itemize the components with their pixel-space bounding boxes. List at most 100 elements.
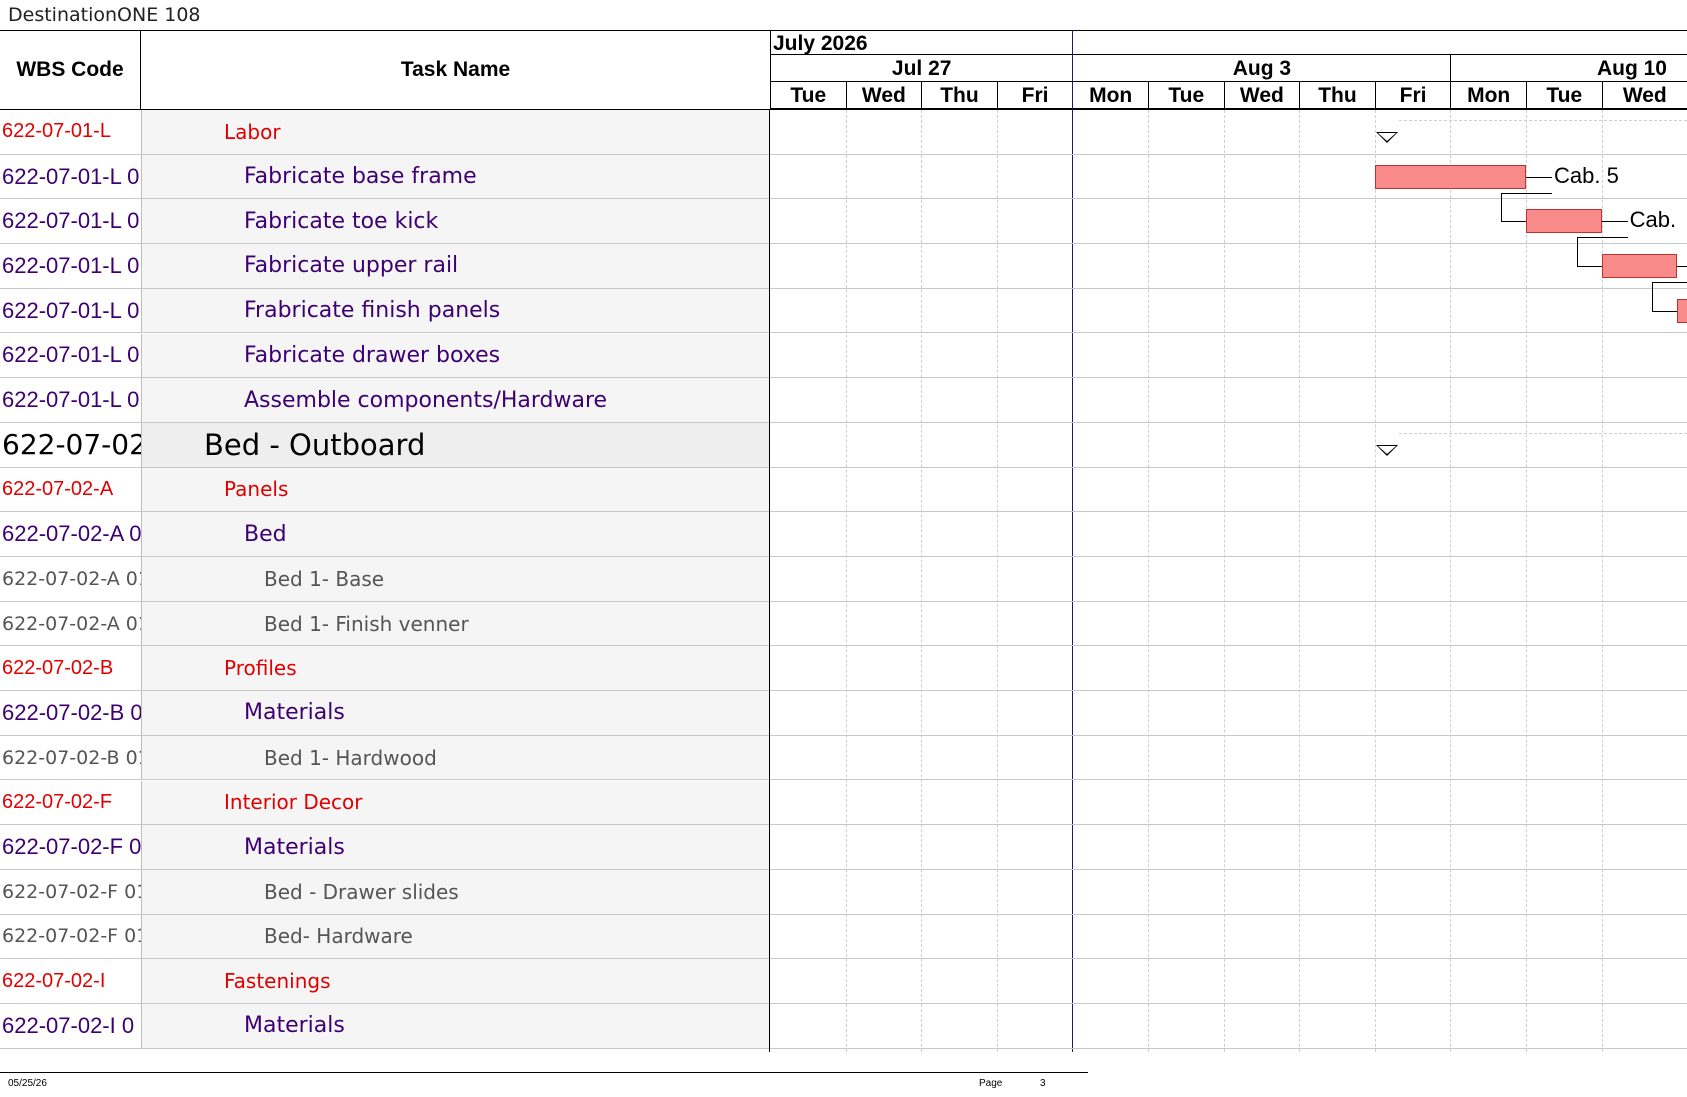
wbs-code-cell[interactable]: 622-07-02-F 01 — [0, 870, 141, 914]
wbs-code-cell[interactable]: 622-07-02-B — [0, 646, 141, 690]
table-row[interactable]: 622-07-01-L 0 Fabricate drawer boxes — [0, 333, 770, 379]
task-name-cell[interactable]: Materials — [141, 691, 770, 735]
dependency-connector — [1677, 266, 1687, 268]
summary-task-marker[interactable] — [1375, 132, 1398, 143]
task-name-cell[interactable]: Profiles — [141, 646, 770, 691]
day-header-thu: Thu — [1299, 82, 1375, 110]
task-bar[interactable] — [1601, 254, 1678, 279]
wbs-code-cell[interactable]: 622-07-02-B 0 — [0, 691, 141, 735]
table-row[interactable]: 622-07-02-A 0 Bed — [0, 512, 770, 557]
gantt-row — [770, 870, 1687, 915]
table-row[interactable]: 622-07-01-L 0 Assemble components/Hardwar… — [0, 378, 770, 423]
task-name-cell[interactable]: Materials — [141, 1004, 770, 1048]
table-row[interactable]: 622-07-02-A Panels — [0, 467, 770, 513]
wbs-code-cell[interactable]: 622-07-02-I — [0, 959, 141, 1003]
task-name-cell[interactable]: Bed 1- Finish venner — [141, 601, 770, 646]
task-name-cell[interactable]: Bed- Hardware — [141, 914, 770, 959]
task-name-cell[interactable]: Materials — [141, 825, 770, 869]
column-header-task-name[interactable]: Task Name — [141, 30, 771, 110]
table-row[interactable]: 622-07-02-F Interior Decor — [0, 780, 770, 826]
dependency-connector — [1601, 221, 1628, 223]
task-name-cell[interactable]: Fabricate base frame — [141, 154, 770, 199]
task-name-cell[interactable]: Bed — [141, 512, 770, 556]
table-row[interactable]: 622-07-01-L 0 Fabricate base frame — [0, 154, 770, 200]
table-row[interactable]: 622-07-02-B 01 Bed 1- Hardwood — [0, 735, 770, 781]
day-header-wed: Wed — [845, 82, 922, 110]
dependency-connector — [1652, 310, 1678, 312]
wbs-code-cell[interactable]: 622-07-01-L 0 — [0, 155, 141, 199]
task-name-cell[interactable]: Assemble components/Hardware — [141, 378, 770, 422]
wbs-code-cell[interactable]: 622-07-02-F 01 — [0, 915, 141, 959]
day-header-tue: Tue — [1526, 82, 1602, 110]
gantt-row — [770, 915, 1687, 960]
wbs-code-cell[interactable]: 622-07-01-L — [0, 110, 141, 154]
gantt-row — [770, 110, 1687, 155]
summary-task-span — [1398, 432, 1687, 434]
wbs-code-cell[interactable]: 622-07-02-A 01 — [0, 557, 141, 601]
task-bar-label: Cab. 5 — [1554, 162, 1619, 188]
gantt-row — [770, 334, 1687, 379]
table-row[interactable]: 622-07-02-I 0 Materials — [0, 1004, 770, 1049]
summary-task-marker[interactable] — [1375, 444, 1398, 456]
task-name-cell[interactable]: Labor — [141, 110, 770, 154]
wbs-code-cell[interactable]: 622-07-02-A — [0, 468, 141, 512]
table-row[interactable]: 622-07-01-L 0 Fabricate toe kick — [0, 199, 770, 245]
footer-page-number: 3 — [1040, 1078, 1046, 1089]
wbs-code-cell[interactable]: 622-07-02-B 01 — [0, 736, 141, 780]
wbs-code-cell[interactable]: 622-07-02-F — [0, 781, 141, 825]
day-header-thu: Thu — [921, 82, 997, 110]
task-bar-label: Cab. — [1629, 207, 1677, 233]
gantt-row — [770, 423, 1687, 468]
table-row[interactable]: 622-07-02-A 01 Bed 1- Base — [0, 557, 770, 602]
gantt-row — [770, 244, 1687, 289]
task-name-cell[interactable]: Bed 1- Base — [141, 557, 770, 601]
gantt-row — [770, 602, 1687, 647]
column-header-wbs[interactable]: WBS Code — [0, 30, 141, 110]
wbs-code-cell[interactable]: 622-07-02-A 0 — [0, 512, 141, 556]
dependency-connector — [1526, 176, 1552, 178]
task-bar[interactable] — [1374, 164, 1526, 189]
table-row[interactable]: 622-07-02-F 0 Materials — [0, 825, 770, 870]
task-name-cell[interactable]: Bed 1- Hardwood — [141, 735, 770, 780]
wbs-code-cell[interactable]: 622-07-01-L 0 — [0, 334, 141, 378]
wbs-code-cell[interactable]: 622-07-02-I 0 — [0, 1004, 141, 1048]
task-bar[interactable] — [1677, 298, 1687, 323]
summary-task-span — [1398, 120, 1687, 121]
wbs-code-cell[interactable]: 622-07-01-L 0 — [0, 244, 141, 288]
table-row[interactable]: 622-07-02-A 01 Bed 1- Finish venner — [0, 601, 770, 647]
table-row[interactable]: 622-07-02-B Profiles — [0, 646, 770, 692]
wbs-code-cell[interactable]: 622-07-02-A 01 — [0, 602, 141, 646]
gantt-row — [770, 646, 1687, 692]
task-name-cell[interactable]: Fastenings — [141, 959, 770, 1003]
table-row[interactable]: 622-07-02 Bed - Outboard — [0, 422, 770, 468]
task-name-cell[interactable]: Frabricate finish panels — [141, 288, 770, 333]
gantt-row — [770, 959, 1687, 1004]
wbs-code-cell[interactable]: 622-07-01-L 0 — [0, 289, 141, 333]
task-bar[interactable] — [1526, 209, 1602, 234]
table-row[interactable]: 622-07-02-F 01 Bed - Drawer slides — [0, 869, 770, 915]
wbs-code-cell[interactable]: 622-07-02 — [0, 422, 141, 467]
table-row[interactable]: 622-07-02-F 01 Bed- Hardware — [0, 914, 770, 960]
task-name-cell[interactable]: Panels — [141, 467, 770, 512]
day-header-tue: Tue — [1148, 82, 1224, 110]
week-header-jul-27: Jul 27 — [770, 55, 1073, 82]
day-header-mon: Mon — [1450, 82, 1526, 110]
footer-divider — [0, 1072, 1088, 1073]
task-name-cell[interactable]: Bed - Drawer slides — [141, 869, 770, 914]
table-row[interactable]: 622-07-01-L 0 Fabricate upper rail — [0, 244, 770, 289]
table-row[interactable]: 622-07-01-L Labor — [0, 110, 770, 155]
task-name-cell[interactable]: Bed - Outboard — [141, 422, 770, 467]
gantt-row — [770, 512, 1687, 557]
table-row[interactable]: 622-07-01-L 0 Frabricate finish panels — [0, 288, 770, 334]
task-name-cell[interactable]: Fabricate upper rail — [141, 244, 770, 288]
task-name-cell[interactable]: Fabricate toe kick — [141, 199, 770, 244]
table-row[interactable]: 622-07-02-I Fastenings — [0, 959, 770, 1004]
week-header-aug-3: Aug 3 — [1072, 55, 1451, 82]
task-name-cell[interactable]: Interior Decor — [141, 780, 770, 825]
table-row[interactable]: 622-07-02-B 0 Materials — [0, 691, 770, 736]
wbs-code-cell[interactable]: 622-07-02-F 0 — [0, 825, 141, 869]
task-name-cell[interactable]: Fabricate drawer boxes — [141, 333, 770, 378]
week-header-aug-10: Aug 10 — [1450, 55, 1687, 82]
wbs-code-cell[interactable]: 622-07-01-L 0 — [0, 378, 141, 422]
wbs-code-cell[interactable]: 622-07-01-L 0 — [0, 199, 141, 243]
